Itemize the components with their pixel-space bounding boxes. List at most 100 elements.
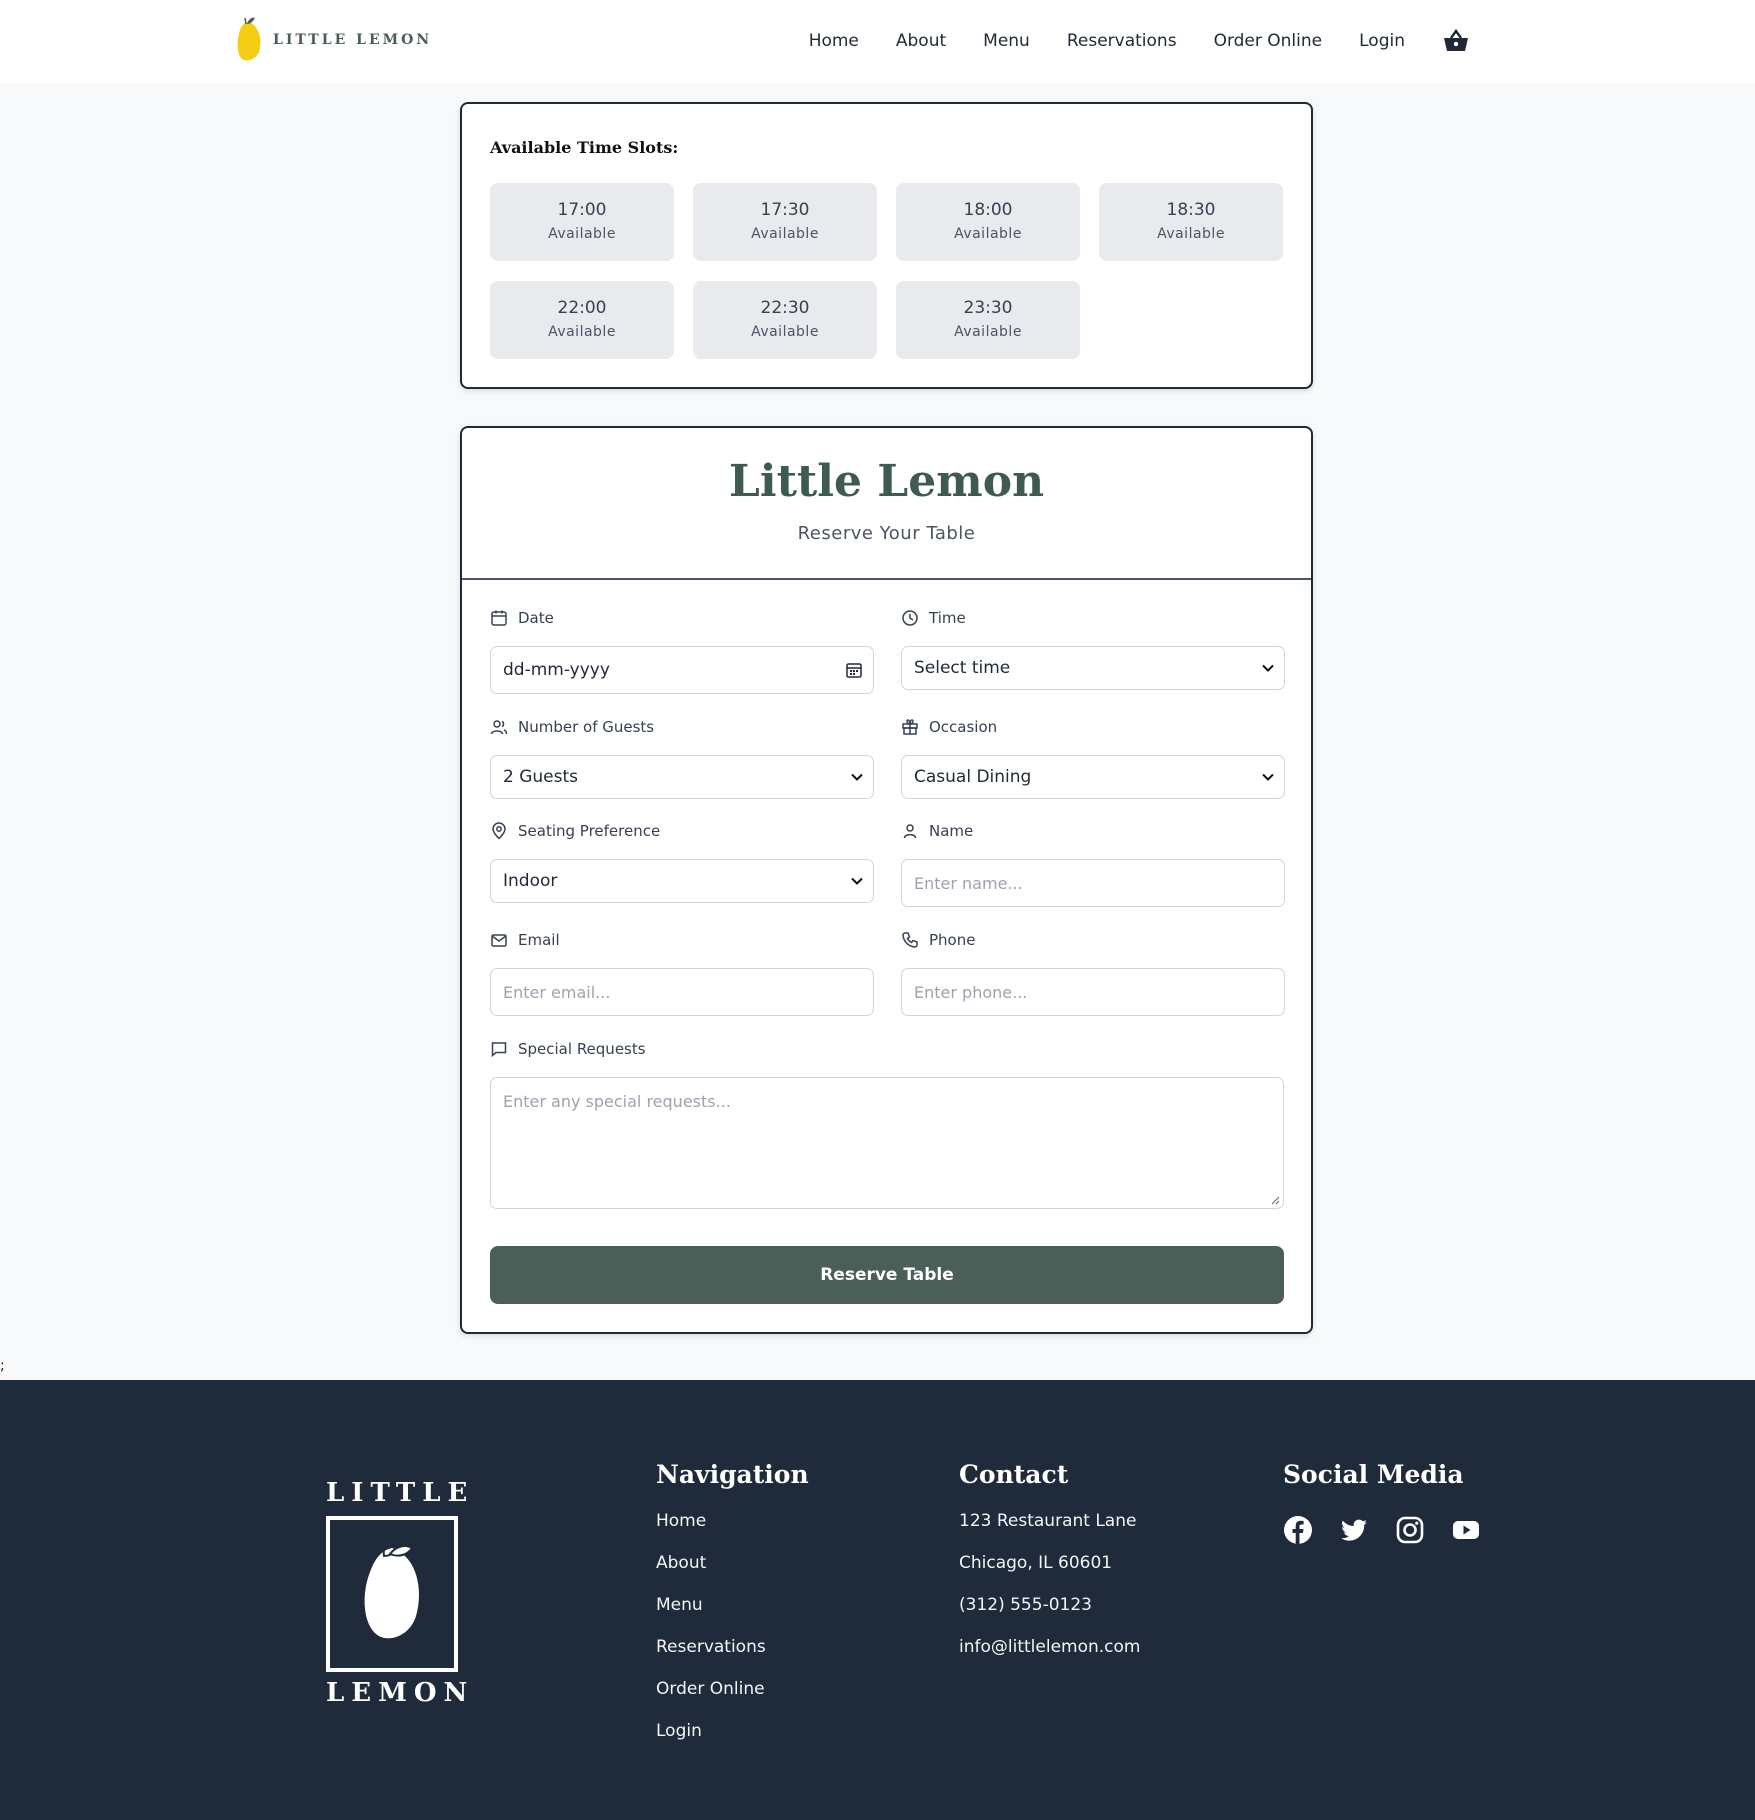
name-label: Name [901, 821, 1285, 841]
time-slots-card: Available Time Slots: 17:00 Available 17… [460, 102, 1313, 389]
phone-field: Phone Enter phone... [901, 930, 1285, 1016]
form-subtitle: Reserve Your Table [797, 523, 976, 544]
slot-time: 18:00 [963, 200, 1013, 220]
twitter-icon[interactable] [1339, 1515, 1369, 1545]
footer-logo-top: LITTLE [326, 1478, 475, 1508]
calendar-picker-icon[interactable] [845, 661, 863, 679]
contact-email[interactable]: info@littlelemon.com [959, 1635, 1140, 1677]
footer-link-home[interactable]: Home [656, 1509, 809, 1551]
logo-text: LITTLE LEMON [273, 32, 433, 48]
nav-order-online[interactable]: Order Online [1214, 31, 1323, 51]
nav-about[interactable]: About [896, 31, 946, 51]
contact-address: 123 Restaurant Lane [959, 1511, 1137, 1531]
special-requests-field: Special Requests Enter any special reque… [490, 1039, 1284, 1209]
slot-time: 22:00 [557, 298, 607, 318]
seating-select[interactable]: Indoor [490, 859, 874, 903]
chevron-down-icon [851, 773, 863, 781]
footer-social: Social Media [1283, 1460, 1507, 1545]
seating-value: Indoor [503, 871, 558, 891]
instagram-icon[interactable] [1395, 1515, 1425, 1545]
date-field: Date dd-mm-yyyy [490, 608, 874, 694]
footer-navigation-title: Navigation [656, 1460, 809, 1489]
time-slot[interactable]: 17:30 Available [693, 183, 877, 261]
footer-logo[interactable]: LITTLE LEMON [326, 1478, 475, 1708]
name-input[interactable]: Enter name... [901, 859, 1285, 907]
map-pin-icon [492, 822, 506, 840]
nav-menu[interactable]: Menu [983, 31, 1030, 51]
email-field: Email Enter email... [490, 930, 874, 1016]
time-slot[interactable]: 17:00 Available [490, 183, 674, 261]
footer-contact: Contact 123 Restaurant Lane Chicago, IL … [959, 1460, 1140, 1677]
slot-time: 17:30 [760, 200, 810, 220]
slot-time: 18:30 [1166, 200, 1216, 220]
nav-login[interactable]: Login [1359, 31, 1405, 51]
footer-link-order-online[interactable]: Order Online [656, 1677, 809, 1719]
time-label: Time [901, 608, 1285, 628]
guests-label-text: Number of Guests [518, 718, 655, 736]
calendar-icon [491, 610, 507, 626]
phone-input[interactable]: Enter phone... [901, 968, 1285, 1016]
footer-navigation: Navigation Home About Menu Reservations … [656, 1460, 809, 1761]
time-field: Time Select time [901, 608, 1285, 690]
stray-text: ; [0, 1358, 5, 1374]
date-label-text: Date [518, 609, 554, 627]
nav-home[interactable]: Home [809, 31, 859, 51]
date-label: Date [490, 608, 874, 628]
name-label-text: Name [929, 822, 974, 840]
slot-status: Available [1157, 226, 1225, 242]
special-requests-placeholder: Enter any special requests... [503, 1092, 731, 1111]
slot-time: 23:30 [963, 298, 1013, 318]
footer-link-menu[interactable]: Menu [656, 1593, 809, 1635]
date-input[interactable]: dd-mm-yyyy [490, 646, 874, 694]
date-value: dd-mm-yyyy [503, 660, 610, 680]
time-slots-title: Available Time Slots: [490, 138, 679, 157]
email-placeholder: Enter email... [503, 982, 611, 1002]
slot-status: Available [954, 226, 1022, 242]
time-slot[interactable]: 22:30 Available [693, 281, 877, 359]
seating-field: Seating Preference Indoor [490, 821, 874, 903]
time-slot[interactable]: 18:00 Available [896, 183, 1080, 261]
lemon-emblem-icon [326, 1516, 458, 1672]
lemon-logo-icon [237, 17, 261, 61]
time-slot[interactable]: 18:30 Available [1099, 183, 1283, 261]
footer-contact-title: Contact [959, 1460, 1069, 1489]
guests-select[interactable]: 2 Guests [490, 755, 874, 799]
site-header: LITTLE LEMON Home About Menu Reservation… [0, 0, 1755, 83]
clock-icon [902, 610, 918, 626]
time-slot[interactable]: 22:00 Available [490, 281, 674, 359]
occasion-label-text: Occasion [929, 718, 998, 736]
phone-label-text: Phone [929, 931, 976, 949]
site-footer: LITTLE LEMON Navigation Home About Menu … [0, 1380, 1755, 1820]
site-logo[interactable]: LITTLE LEMON [235, 16, 432, 64]
occasion-label: Occasion [901, 717, 1285, 737]
youtube-icon[interactable] [1451, 1515, 1481, 1545]
gift-icon [902, 719, 918, 735]
footer-link-reservations[interactable]: Reservations [656, 1635, 809, 1677]
occasion-field: Occasion Casual Dining [901, 717, 1285, 799]
occasion-select[interactable]: Casual Dining [901, 755, 1285, 799]
footer-link-about[interactable]: About [656, 1551, 809, 1593]
occasion-value: Casual Dining [914, 767, 1032, 787]
guests-value: 2 Guests [503, 767, 579, 787]
users-icon [490, 720, 508, 735]
chevron-down-icon [1262, 773, 1274, 781]
email-input[interactable]: Enter email... [490, 968, 874, 1016]
resize-handle-icon[interactable] [1270, 1195, 1280, 1205]
footer-link-login[interactable]: Login [656, 1719, 809, 1761]
user-icon [903, 824, 917, 839]
time-value: Select time [914, 658, 1011, 678]
footer-social-title: Social Media [1283, 1460, 1464, 1489]
form-header: Little Lemon Reserve Your Table [462, 428, 1311, 580]
social-icons [1283, 1515, 1507, 1545]
time-slot[interactable]: 23:30 Available [896, 281, 1080, 359]
contact-phone: (312) 555-0123 [959, 1595, 1092, 1615]
chevron-down-icon [851, 877, 863, 885]
reserve-table-button[interactable]: Reserve Table [490, 1246, 1284, 1304]
name-field: Name Enter name... [901, 821, 1285, 907]
nav-reservations[interactable]: Reservations [1067, 31, 1177, 51]
facebook-icon[interactable] [1283, 1515, 1313, 1545]
time-select[interactable]: Select time [901, 646, 1285, 690]
special-requests-textarea[interactable]: Enter any special requests... [490, 1077, 1284, 1209]
basket-icon[interactable] [1442, 28, 1470, 54]
phone-icon [902, 932, 918, 948]
